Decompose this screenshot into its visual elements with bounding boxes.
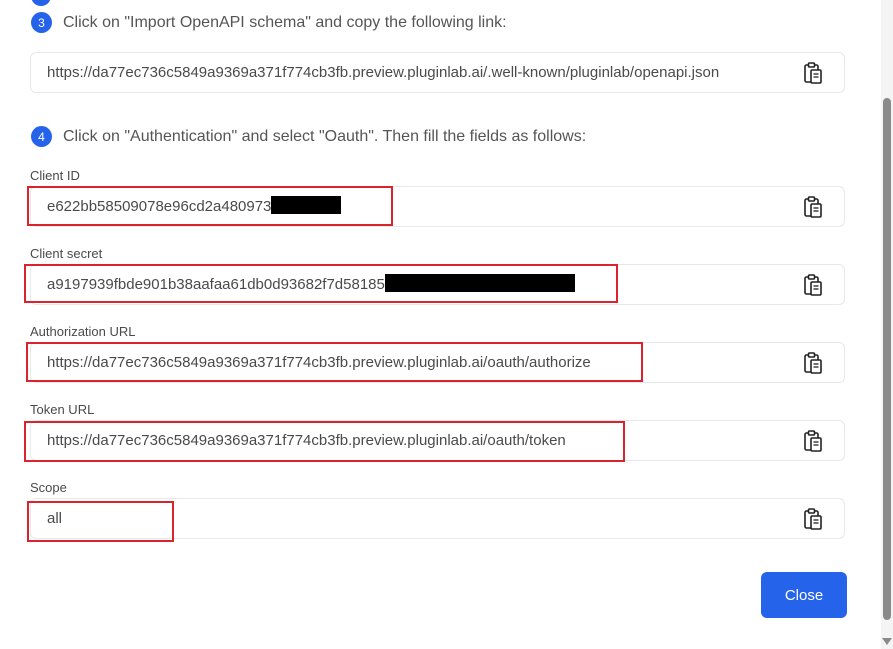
- copy-token-url-button[interactable]: [802, 429, 824, 453]
- clipboard-copy-icon: [804, 62, 822, 84]
- scrollbar-thumb[interactable]: [883, 98, 891, 620]
- token-url-label: Token URL: [30, 402, 95, 417]
- clipboard-copy-icon: [804, 274, 822, 296]
- copy-authorization-url-button[interactable]: [802, 351, 824, 375]
- openapi-link-value: https://da77ec736c5849a9369a371f774cb3fb…: [47, 64, 720, 81]
- client-secret-value-wrap: a9197939fbde901b38aafaa61db0d93682f7d581…: [47, 265, 575, 304]
- step-4-number-badge: 4: [31, 126, 52, 147]
- client-secret-field[interactable]: a9197939fbde901b38aafaa61db0d93682f7d581…: [30, 264, 845, 305]
- authorization-url-field[interactable]: https://da77ec736c5849a9369a371f774cb3fb…: [30, 342, 845, 383]
- client-id-value: e622bb58509078e96cd2a480973: [47, 198, 272, 215]
- step-3-instruction: Click on "Import OpenAPI schema" and cop…: [63, 13, 507, 31]
- client-id-label: Client ID: [30, 168, 80, 183]
- clipboard-copy-icon: [804, 352, 822, 374]
- scrollbar[interactable]: [881, 0, 893, 649]
- token-url-field[interactable]: https://da77ec736c5849a9369a371f774cb3fb…: [30, 420, 845, 461]
- client-secret-label: Client secret: [30, 246, 103, 261]
- client-id-field[interactable]: e622bb58509078e96cd2a480973: [30, 186, 845, 227]
- copy-client-id-button[interactable]: [802, 195, 824, 219]
- copy-scope-button[interactable]: [802, 507, 824, 531]
- redaction-bar: [384, 274, 575, 293]
- authorization-url-value: https://da77ec736c5849a9369a371f774cb3fb…: [47, 354, 591, 371]
- scroll-down-arrow-icon[interactable]: [882, 638, 892, 645]
- clipboard-copy-icon: [804, 430, 822, 452]
- step-2-number-badge: [31, 0, 51, 6]
- scope-label: Scope: [30, 480, 67, 495]
- step-3: 3 Click on "Import OpenAPI schema" and c…: [31, 12, 507, 33]
- redaction-bar: [271, 196, 342, 215]
- step-3-number-badge: 3: [31, 12, 52, 33]
- scope-value: all: [47, 510, 63, 527]
- client-secret-value: a9197939fbde901b38aafaa61db0d93682f7d581…: [47, 276, 385, 293]
- copy-client-secret-button[interactable]: [802, 273, 824, 297]
- clipboard-copy-icon: [804, 196, 822, 218]
- step-4: 4 Click on "Authentication" and select "…: [31, 126, 586, 147]
- openapi-link-field[interactable]: https://da77ec736c5849a9369a371f774cb3fb…: [30, 52, 845, 93]
- clipboard-copy-icon: [804, 508, 822, 530]
- authorization-url-label: Authorization URL: [30, 324, 136, 339]
- scope-field[interactable]: all: [30, 498, 845, 539]
- close-button[interactable]: Close: [761, 572, 847, 618]
- step-4-instruction: Click on "Authentication" and select "Oa…: [63, 127, 587, 145]
- client-id-value-wrap: e622bb58509078e96cd2a480973: [47, 187, 342, 226]
- copy-openapi-link-button[interactable]: [802, 61, 824, 85]
- token-url-value: https://da77ec736c5849a9369a371f774cb3fb…: [47, 432, 566, 449]
